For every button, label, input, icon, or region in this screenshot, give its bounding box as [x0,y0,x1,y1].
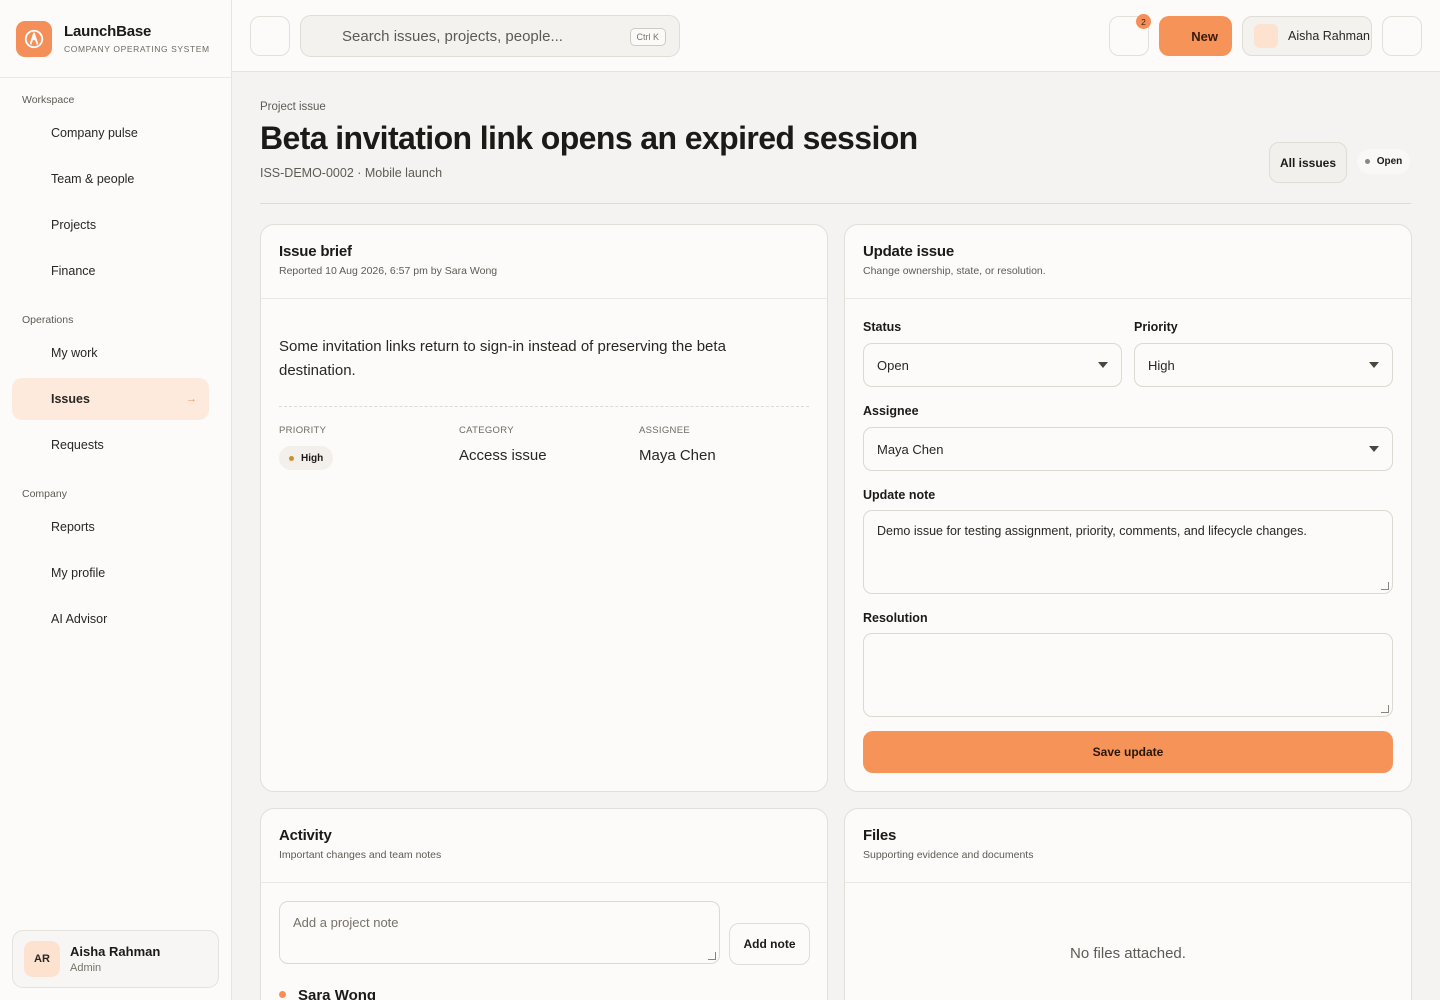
card-title: Issue brief [279,243,352,260]
sidebar-item-label: AI Advisor [51,612,108,626]
section-label-operations: Operations [22,314,74,326]
sidebar-user-card[interactable]: AR Aisha Rahman Admin [12,930,219,988]
page-subtitle: ISS-DEMO-0002 · Mobile launch [260,166,443,180]
sidebar-item-ai-advisor[interactable]: AI Advisor [12,598,209,640]
status-field-label: Status [863,320,902,334]
project-note-input[interactable]: Add a project note [279,901,720,964]
arrow-right-icon: → [186,393,197,405]
chevron-down-icon [1369,362,1379,368]
brief-divider [279,406,809,407]
sidebar-item-my-work[interactable]: My work [12,332,209,374]
resolution-label: Resolution [863,611,928,625]
activity-author: Sara Wong [298,987,377,1000]
sidebar-item-label: Company pulse [51,126,138,140]
card-subtitle: Change ownership, state, or resolution. [863,265,1046,277]
project-note-placeholder: Add a project note [293,915,399,930]
avatar: AR [24,941,60,977]
resize-handle-icon[interactable] [1381,705,1389,713]
update-note-value: Demo issue for testing assignment, prior… [877,524,1307,538]
card-subtitle: Reported 10 Aug 2026, 6:57 pm by Sara Wo… [279,265,498,277]
status-dot-icon [1364,159,1370,164]
sidebar-item-label: Requests [51,438,104,452]
sidebar-item-issues[interactable]: Issues → [12,378,209,420]
user-name: Aisha Rahman [70,944,161,959]
header-divider [260,203,1411,204]
keyboard-shortcut-hint: Ctrl K [629,28,666,46]
brand-name: LaunchBase [64,23,152,40]
resize-handle-icon[interactable] [708,952,716,960]
add-note-button[interactable]: Add note [729,923,810,965]
status-badge-label: Open [1376,156,1403,167]
priority-label: PRIORITY [279,425,327,436]
section-label-company: Company [22,488,67,500]
sidebar-item-requests[interactable]: Requests [12,424,209,466]
assignee-field-label: Assignee [863,404,919,418]
issue-description: Some invitation links return to sign-in … [279,338,726,379]
sidebar-item-finance[interactable]: Finance [12,250,209,292]
card-title: Update issue [863,243,954,260]
files-empty-state: No files attached. [1070,945,1186,962]
priority-field-label: Priority [1134,320,1178,334]
sidebar-item-label: Issues [51,392,90,406]
sidebar-item-projects[interactable]: Projects [12,204,209,246]
rocket-logo-icon [16,20,52,57]
status-badge: Open [1357,149,1410,174]
update-note-textarea[interactable]: Demo issue for testing assignment, prior… [863,510,1393,594]
sidebar-item-label: Reports [51,520,95,534]
sidebar-item-company-pulse[interactable]: Company pulse [12,112,209,154]
assignee-select-value: Maya Chen [877,441,944,457]
all-issues-button[interactable]: All issues [1269,142,1347,183]
priority-dot-icon [289,455,294,461]
search-placeholder: Search issues, projects, people... [342,27,563,45]
card-subtitle: Important changes and team notes [279,849,442,861]
resize-handle-icon[interactable] [1381,582,1389,590]
category-label: CATEGORY [459,425,514,436]
card-title: Activity [279,827,332,844]
notification-badge: 2 [1136,14,1151,29]
activity-dot-icon [279,991,286,998]
user-menu-button[interactable]: Aisha Rahman [1242,16,1372,56]
sidebar-item-label: Team & people [51,172,135,186]
sidebar-item-label: My work [51,346,98,360]
files-card: Files Supporting evidence and documents … [844,808,1412,1000]
resolution-textarea[interactable] [863,633,1393,717]
sidebar-item-label: My profile [51,566,106,580]
sidebar-item-reports[interactable]: Reports [12,506,209,548]
assignee-label: ASSIGNEE [639,425,690,436]
priority-select-value: High [1148,357,1175,373]
page-title: Beta invitation link opens an expired se… [260,120,918,156]
assignee-value: Maya Chen [639,447,716,464]
save-update-button[interactable]: Save update [863,731,1393,773]
priority-badge: High [279,446,334,470]
assignee-select[interactable]: Maya Chen [863,427,1393,471]
priority-value: High [301,452,324,464]
chevron-down-icon [1369,446,1379,452]
activity-card: Activity Important changes and team note… [260,808,828,1000]
sidebar-item-my-profile[interactable]: My profile [12,552,209,594]
sidebar-item-team-people[interactable]: Team & people [12,158,209,200]
sidebar-item-label: Projects [51,218,97,232]
status-select-value: Open [877,357,909,373]
page-eyebrow: Project issue [260,101,326,113]
card-subtitle: Supporting evidence and documents [863,849,1034,861]
card-title: Files [863,827,897,844]
brand[interactable]: LaunchBase COMPANY OPERATING SYSTEM [0,0,231,78]
user-menu-name: Aisha Rahman [1288,29,1370,43]
brand-subtitle: COMPANY OPERATING SYSTEM [64,44,210,54]
new-button[interactable]: New [1159,16,1232,56]
update-note-label: Update note [863,488,936,502]
settings-button[interactable] [1382,16,1422,56]
sidebar-item-label: Finance [51,264,96,278]
chevron-down-icon [1098,362,1108,368]
section-label-workspace: Workspace [22,94,75,106]
user-role: Admin [70,962,102,974]
avatar [1254,24,1278,48]
menu-toggle-button[interactable] [250,16,290,56]
status-select[interactable]: Open [863,343,1122,387]
category-value: Access issue [459,447,547,464]
sidebar: LaunchBase COMPANY OPERATING SYSTEM Work… [0,0,232,1000]
priority-select[interactable]: High [1134,343,1393,387]
search-input[interactable]: Search issues, projects, people... Ctrl … [300,15,680,57]
issue-brief-card: Issue brief Reported 10 Aug 2026, 6:57 p… [260,224,828,792]
